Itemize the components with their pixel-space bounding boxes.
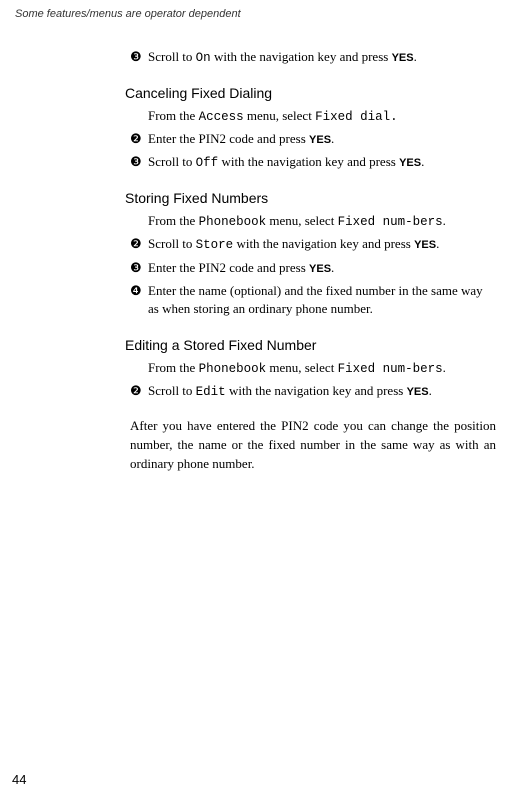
intro-text: From the Phonebook menu, select Fixed nu… — [148, 359, 496, 378]
mono-text: On — [196, 51, 211, 65]
key-label: YES — [407, 386, 429, 398]
text: Enter the PIN2 code and press — [148, 131, 309, 146]
text: Scroll to — [148, 49, 196, 64]
step-item: ❷ Scroll to Store with the navigation ke… — [130, 235, 496, 254]
step-number-3: ❸ — [130, 259, 148, 278]
text: with the navigation key and press — [218, 154, 399, 169]
step-text: Enter the name (optional) and the fixed … — [148, 282, 496, 320]
mono-text: Store — [196, 238, 234, 252]
mono-text: Phonebook — [199, 362, 267, 376]
text: with the navigation key and press — [211, 49, 392, 64]
heading-canceling: Canceling Fixed Dialing — [125, 85, 496, 101]
header-note: Some features/menus are operator depende… — [15, 8, 496, 20]
text: menu, select — [266, 360, 337, 375]
key-label: YES — [399, 157, 421, 169]
mono-text: Edit — [196, 385, 226, 399]
main-content: ❸ Scroll to On with the navigation key a… — [130, 48, 496, 474]
heading-storing: Storing Fixed Numbers — [125, 190, 496, 206]
mono-text: Phonebook — [199, 215, 267, 229]
mono-text: Access — [199, 110, 244, 124]
text: with the navigation key and press — [233, 236, 414, 251]
step-item: ❸ Scroll to Off with the navigation key … — [130, 153, 496, 172]
text: . — [331, 131, 334, 146]
mono-text: Off — [196, 156, 219, 170]
intro-text: From the Access menu, select Fixed dial. — [148, 107, 496, 126]
text: From the — [148, 213, 199, 228]
step-number-3: ❸ — [130, 153, 148, 172]
closing-paragraph: After you have entered the PIN2 code you… — [130, 417, 496, 474]
step-text: Scroll to On with the navigation key and… — [148, 48, 496, 67]
key-label: YES — [392, 52, 414, 64]
text: Scroll to — [148, 383, 196, 398]
step-item: ❷ Enter the PIN2 code and press YES. — [130, 130, 496, 149]
mono-text: Fixed num-bers — [338, 362, 443, 376]
key-label: YES — [309, 263, 331, 275]
heading-editing: Editing a Stored Fixed Number — [125, 337, 496, 353]
step-number-3: ❸ — [130, 48, 148, 67]
intro-text: From the Phonebook menu, select Fixed nu… — [148, 212, 496, 231]
text: From the — [148, 360, 199, 375]
key-label: YES — [309, 134, 331, 146]
text: Scroll to — [148, 154, 196, 169]
text: . — [436, 236, 439, 251]
text: Scroll to — [148, 236, 196, 251]
text: . — [414, 49, 417, 64]
text: . — [331, 260, 334, 275]
mono-text: Fixed dial. — [315, 110, 398, 124]
step-item: ❹ Enter the name (optional) and the fixe… — [130, 282, 496, 320]
mono-text: Fixed num-bers — [338, 215, 443, 229]
text: with the navigation key and press — [226, 383, 407, 398]
key-label: YES — [414, 239, 436, 251]
step-item: ❸ Enter the PIN2 code and press YES. — [130, 259, 496, 278]
step-text: Scroll to Off with the navigation key an… — [148, 153, 496, 172]
page-number: 44 — [12, 772, 26, 787]
text: . — [443, 213, 446, 228]
step-number-4: ❹ — [130, 282, 148, 301]
text: . — [429, 383, 432, 398]
step-text: Scroll to Edit with the navigation key a… — [148, 382, 496, 401]
step-item: ❸ Scroll to On with the navigation key a… — [130, 48, 496, 67]
text: Enter the PIN2 code and press — [148, 260, 309, 275]
text: From the — [148, 108, 199, 123]
text: menu, select — [244, 108, 315, 123]
step-number-2: ❷ — [130, 382, 148, 401]
step-text: Scroll to Store with the navigation key … — [148, 235, 496, 254]
step-text: Enter the PIN2 code and press YES. — [148, 130, 496, 149]
step-text: Enter the PIN2 code and press YES. — [148, 259, 496, 278]
text: menu, select — [266, 213, 337, 228]
step-number-2: ❷ — [130, 235, 148, 254]
step-item: ❷ Scroll to Edit with the navigation key… — [130, 382, 496, 401]
text: . — [421, 154, 424, 169]
text: . — [443, 360, 446, 375]
step-number-2: ❷ — [130, 130, 148, 149]
